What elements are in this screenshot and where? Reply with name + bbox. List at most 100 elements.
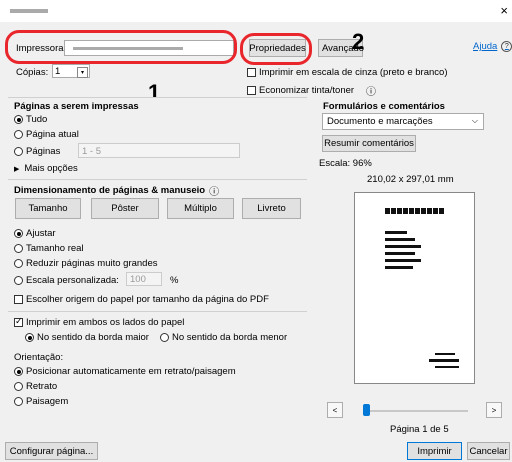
duplex-long-radio[interactable] [25,333,34,342]
pages-range-label: Páginas [26,146,61,157]
paper-source-label: Escolher origem do papel por tamanho da … [26,294,269,305]
actual-size-radio[interactable] [14,244,23,253]
toner-info-icon[interactable]: ⓘ [366,83,376,98]
copies-stepper-icon[interactable]: ▾ [77,67,88,78]
duplex-long-option[interactable]: No sentido da borda maior [25,332,149,343]
shrink-radio[interactable] [14,259,23,268]
custom-scale-option[interactable]: Escala personalizada: [14,275,119,286]
duplex-divider [8,311,307,312]
more-options-label: Mais opções [24,163,78,174]
orientation-label: Orientação: [14,352,64,363]
print-button[interactable]: Imprimir [407,442,462,460]
forms-select-value: Documento e marcações [327,116,433,127]
orientation-portrait-radio[interactable] [14,382,23,391]
preview-text-line [385,266,413,269]
percent-label: % [170,275,179,286]
orientation-portrait-option[interactable]: Retrato [14,381,57,392]
pages-all-radio[interactable] [14,115,23,124]
preview-footer-line [435,366,459,368]
page-setup-button[interactable]: Configurar página... [5,442,98,460]
tab-poster[interactable]: Pôster [91,198,159,219]
preview-scale: Escala: 96% [319,158,372,169]
fit-label: Ajustar [26,228,56,239]
expand-arrow-icon: ▶ [14,165,20,173]
page-slider-track[interactable] [366,410,468,412]
chevron-down-icon: ⌵ [471,116,478,125]
preview-footer-line [435,353,455,355]
pages-range-option[interactable]: Páginas [14,146,60,157]
duplex-checkbox[interactable] [14,316,23,327]
summarize-comments-button[interactable]: Resumir comentários [322,135,416,152]
paper-source-option[interactable]: Escolher origem do papel por tamanho da … [14,294,269,305]
pages-current-radio[interactable] [14,130,23,139]
pages-all-option[interactable]: Tudo [14,114,47,125]
pages-range-value: 1 - 5 [82,146,102,157]
next-page-button[interactable]: > [486,402,502,418]
preview-footer-line [429,359,459,362]
toner-checkbox[interactable] [247,86,256,95]
printer-highlight [5,30,237,64]
copies-value: 1 [55,65,61,77]
page-slider-thumb[interactable] [363,404,370,416]
tab-size[interactable]: Tamanho [15,198,81,219]
orientation-landscape-radio[interactable] [14,397,23,406]
preview-text-line [385,252,415,255]
custom-scale-input[interactable]: 100 [126,272,162,286]
duplex-short-radio[interactable] [160,333,169,342]
forms-title: Formulários e comentários [323,101,445,112]
forms-select[interactable]: Documento e marcações ⌵ [322,113,484,130]
duplex-label: Imprimir em ambos os lados do papel [26,317,185,328]
properties-highlight [240,33,312,65]
preview-text-line [385,259,421,262]
tab-booklet[interactable]: Livreto [242,198,301,219]
actual-size-label: Tamanho real [26,243,84,254]
fit-option[interactable]: Ajustar [14,228,56,239]
tab-multiple[interactable]: Múltiplo [167,198,234,219]
orientation-portrait-label: Retrato [26,381,58,392]
pages-range-radio[interactable] [14,147,23,156]
cancel-button[interactable]: Cancelar [467,442,510,460]
orientation-landscape-option[interactable]: Paisagem [14,396,68,407]
duplex-long-label: No sentido da borda maior [37,332,149,343]
chevron-left-icon: < [332,405,338,415]
grayscale-checkbox[interactable] [247,68,256,77]
sizing-info-icon[interactable]: ⓘ [209,183,219,198]
help-icon: ? [501,41,512,52]
orientation-auto-label: Posicionar automaticamente em retrato/pa… [26,366,236,377]
grayscale-option[interactable]: Imprimir em escala de cinza (preto e bra… [247,67,448,78]
custom-scale-radio[interactable] [14,276,23,285]
pages-range-input[interactable]: 1 - 5 [78,143,240,158]
preview-header-bar [385,208,445,214]
copies-label: Cópias: [16,67,49,78]
orientation-landscape-label: Paisagem [26,396,69,407]
pages-title: Páginas a serem impressas [14,101,139,112]
help-label: Ajuda [473,41,498,52]
fit-radio[interactable] [14,229,23,238]
pages-all-label: Tudo [26,114,48,125]
duplex-short-label: No sentido da borda menor [172,332,288,343]
close-icon[interactable]: × [500,3,508,18]
page-indicator: Página 1 de 5 [390,424,449,435]
chevron-right-icon: > [491,405,497,415]
duplex-option[interactable]: Imprimir em ambos os lados do papel [14,316,185,328]
shrink-label: Reduzir páginas muito grandes [26,258,158,269]
custom-scale-label: Escala personalizada: [26,275,119,286]
more-options-link[interactable]: ▶ Mais opções [14,163,78,174]
help-link[interactable]: Ajuda ? [473,41,512,52]
paper-source-checkbox[interactable] [14,295,23,304]
pages-current-option[interactable]: Página atual [14,129,79,140]
previous-page-button[interactable]: < [327,402,343,418]
orientation-auto-radio[interactable] [14,367,23,376]
toner-option[interactable]: Economizar tinta/toner ⓘ [247,83,376,98]
window-title-redacted [10,9,48,13]
shrink-option[interactable]: Reduzir páginas muito grandes [14,258,158,269]
toner-label: Economizar tinta/toner [259,85,355,96]
duplex-short-option[interactable]: No sentido da borda menor [160,332,287,343]
callout-two: 2 [352,29,365,54]
copies-input[interactable]: 1 ▾ [52,64,90,78]
custom-scale-value: 100 [130,274,146,285]
orientation-auto-option[interactable]: Posicionar automaticamente em retrato/pa… [14,366,236,377]
preview-text-line [385,231,407,234]
preview-text-line [385,238,415,241]
actual-size-option[interactable]: Tamanho real [14,243,84,254]
